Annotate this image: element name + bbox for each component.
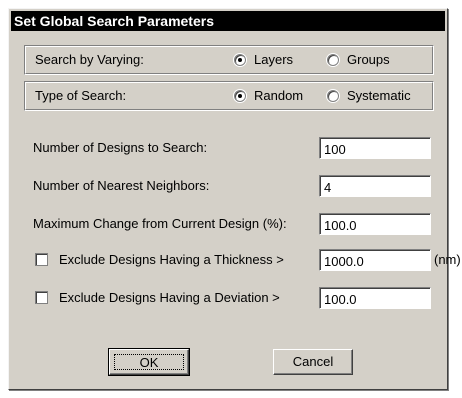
radio-layers[interactable]: Layers	[234, 52, 293, 68]
radio-groups-label: Groups	[347, 52, 390, 67]
ok-button-label: OK	[114, 354, 184, 370]
radio-systematic-label: Systematic	[347, 88, 411, 103]
search-type-group: Type of Search: Random Systematic	[24, 81, 434, 111]
exclude-deviation-label: Exclude Designs Having a Deviation >	[59, 290, 280, 305]
radio-random-label: Random	[254, 88, 304, 103]
thickness-unit-label: (nm)	[434, 252, 461, 267]
exclude-deviation-input[interactable]	[319, 287, 431, 309]
search-type-label: Type of Search:	[35, 88, 127, 103]
max-change-input[interactable]	[319, 213, 431, 235]
num-designs-input[interactable]	[319, 137, 431, 159]
exclude-thickness-input[interactable]	[319, 249, 431, 271]
search-by-label: Search by Varying:	[35, 52, 144, 67]
radio-layers-indicator[interactable]	[234, 54, 246, 66]
set-global-search-dialog: Set Global Search Parameters Search by V…	[8, 8, 461, 390]
cancel-button[interactable]: Cancel	[273, 349, 353, 375]
num-designs-label: Number of Designs to Search:	[33, 140, 208, 155]
radio-systematic[interactable]: Systematic	[327, 88, 411, 104]
search-by-group: Search by Varying: Layers Groups	[24, 45, 434, 75]
exclude-thickness-checkbox[interactable]	[35, 253, 48, 266]
exclude-deviation-checkbox[interactable]	[35, 291, 48, 304]
radio-layers-label: Layers	[254, 52, 294, 67]
radio-groups-indicator[interactable]	[327, 54, 339, 66]
ok-button[interactable]: OK	[108, 348, 190, 376]
radio-random[interactable]: Random	[234, 88, 303, 104]
radio-groups[interactable]: Groups	[327, 52, 390, 68]
num-neighbors-input[interactable]	[319, 175, 431, 197]
max-change-label: Maximum Change from Current Design (%):	[33, 216, 287, 231]
radio-systematic-indicator[interactable]	[327, 90, 339, 102]
dialog-title: Set Global Search Parameters	[11, 11, 445, 31]
exclude-thickness-label: Exclude Designs Having a Thickness >	[59, 252, 284, 267]
radio-random-indicator[interactable]	[234, 90, 246, 102]
num-neighbors-label: Number of Nearest Neighbors:	[33, 178, 210, 193]
